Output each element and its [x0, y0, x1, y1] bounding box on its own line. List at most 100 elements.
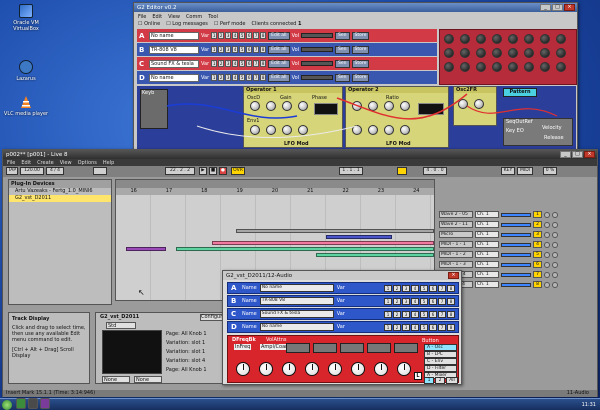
menu-file[interactable]: File	[138, 14, 146, 20]
taskbar-app-icon[interactable]	[40, 398, 50, 409]
param-knob[interactable]	[282, 362, 296, 376]
slot-a-store[interactable]: Store	[351, 31, 370, 40]
start-button-icon[interactable]	[2, 400, 12, 410]
metronome-button[interactable]	[93, 167, 107, 175]
clip[interactable]	[236, 229, 434, 233]
slot-d-store[interactable]: Store	[351, 73, 370, 82]
editor-titlebar[interactable]: G2 Editor v0.2 _ □ ×	[134, 3, 577, 12]
track-header[interactable]: MIDI - 1 - 3 Ch. 16	[439, 260, 589, 269]
menu-help[interactable]: Help	[103, 160, 114, 166]
global-knob[interactable]	[492, 48, 502, 58]
param-box[interactable]	[367, 343, 391, 353]
global-knob[interactable]	[540, 62, 550, 72]
browser-item[interactable]: Artu Vazeaks - Fertg_1.0_MINI6	[9, 188, 111, 195]
track-header[interactable]: MIDI - 1 - 2 Ch. 15	[439, 250, 589, 259]
param-knob[interactable]	[305, 362, 319, 376]
clip[interactable]	[316, 253, 434, 257]
page-option[interactable]: A - Osc	[424, 344, 457, 351]
close-button[interactable]: ×	[584, 151, 595, 158]
slot-a-name[interactable]: No name	[149, 31, 199, 40]
global-knob[interactable]	[476, 62, 486, 72]
record-button[interactable]: ●	[219, 167, 227, 175]
slot-d-name[interactable]: No name	[149, 73, 199, 82]
xy-pad[interactable]	[102, 330, 162, 374]
param-box[interactable]	[286, 343, 310, 353]
global-knob[interactable]	[524, 34, 534, 44]
global-knob[interactable]	[524, 62, 534, 72]
slot-d-variations[interactable]: 12345678	[211, 74, 267, 81]
overview-strip[interactable]	[116, 180, 434, 188]
preset-select[interactable]: Std	[106, 322, 136, 329]
page-option[interactable]: D - Filter	[424, 365, 457, 372]
slot-a-variations[interactable]: 12345678	[211, 32, 267, 39]
global-knob[interactable]	[556, 62, 566, 72]
l-badge[interactable]: L	[414, 372, 422, 380]
clip[interactable]	[126, 247, 166, 251]
param-box[interactable]	[340, 343, 364, 353]
menu-edit[interactable]: Edit	[21, 160, 31, 166]
slot-c-store[interactable]: Store	[351, 59, 370, 68]
song-position[interactable]: 22 . 2 . 2	[165, 167, 195, 175]
menu-tool[interactable]: Tool	[208, 14, 218, 20]
param-knob[interactable]	[351, 362, 365, 376]
param-knob[interactable]	[397, 362, 411, 376]
loop-start[interactable]: 1 . 1 . 1	[339, 167, 363, 175]
log-checkbox[interactable]: ☐ Log messages	[166, 21, 208, 27]
global-knob[interactable]	[492, 34, 502, 44]
slot-b-volume-slider[interactable]	[301, 47, 334, 52]
global-knob[interactable]	[524, 48, 534, 58]
param-knob[interactable]	[374, 362, 388, 376]
page-option[interactable]: C - Env	[424, 358, 457, 365]
desktop-icon-lazarus[interactable]: Lazarus	[3, 60, 49, 82]
slot-b-sel[interactable]: Sen	[335, 45, 350, 54]
live-titlebar[interactable]: p002** [p001] - Live 8 _ □ ×	[3, 150, 597, 159]
loop-switch[interactable]	[397, 167, 407, 175]
plugin-titlebar[interactable]: G2_vst_D2011/12-Audio ×	[223, 271, 461, 280]
midi-map-button[interactable]: MIDI	[517, 167, 533, 175]
menu-edit[interactable]: Edit	[152, 14, 162, 20]
slot-c-variations[interactable]: 12345678	[211, 60, 267, 67]
global-knob[interactable]	[508, 34, 518, 44]
stop-button[interactable]: ■	[209, 167, 217, 175]
menu-comm[interactable]: Comm	[186, 14, 202, 20]
slot-b-store[interactable]: Store	[351, 45, 370, 54]
loop-length[interactable]: 4 . 0 . 0	[423, 167, 447, 175]
clip[interactable]	[176, 247, 434, 251]
play-button[interactable]: ▶	[199, 167, 207, 175]
clip[interactable]	[212, 241, 434, 245]
slot-a-sel[interactable]: Sen	[335, 31, 350, 40]
global-knob[interactable]	[444, 34, 454, 44]
slot-d-volume-slider[interactable]	[301, 75, 334, 80]
param-box[interactable]	[313, 343, 337, 353]
slot-d-sel[interactable]: Sen	[335, 73, 350, 82]
global-knob[interactable]	[492, 62, 502, 72]
taskbar-app-icon[interactable]	[28, 398, 38, 409]
global-knob[interactable]	[476, 34, 486, 44]
perf-checkbox[interactable]: ☐ Perf mode	[214, 21, 246, 27]
menu-options[interactable]: Options	[78, 160, 97, 166]
y-param-select[interactable]: None	[134, 376, 162, 383]
global-knob[interactable]	[476, 48, 486, 58]
global-knob[interactable]	[556, 34, 566, 44]
slot-b-variations[interactable]: 12345678	[211, 46, 267, 53]
global-knob[interactable]	[508, 48, 518, 58]
global-knob[interactable]	[460, 48, 470, 58]
slot-b-name[interactable]: TR-808 V8	[149, 45, 199, 54]
track-header[interactable]: MIDI - 1 - 1 Ch. 14	[439, 240, 589, 249]
menu-create[interactable]: Create	[37, 160, 54, 166]
slot-a-edit-all[interactable]: Edit all	[268, 31, 290, 40]
timeline-ruler[interactable]: 16 17 18 19 20 21 22 23 24	[116, 188, 434, 195]
track-header[interactable]: Micro Ch. 13	[439, 230, 589, 239]
global-knob[interactable]	[460, 62, 470, 72]
minimize-button[interactable]: _	[560, 151, 571, 158]
slot-c-sel[interactable]: Sen	[335, 59, 350, 68]
param-knob[interactable]	[236, 362, 250, 376]
param-knob[interactable]	[328, 362, 342, 376]
key-map-button[interactable]: KEY	[501, 167, 515, 175]
slot-b-edit-all[interactable]: Edit all	[268, 45, 290, 54]
taskbar-app-icon[interactable]	[16, 398, 26, 409]
menu-view[interactable]: View	[168, 14, 180, 20]
menu-file[interactable]: File	[7, 160, 15, 166]
maximize-button[interactable]: □	[552, 4, 563, 11]
track-header[interactable]: Wave 2 - 05 Ch. 11	[439, 210, 589, 219]
